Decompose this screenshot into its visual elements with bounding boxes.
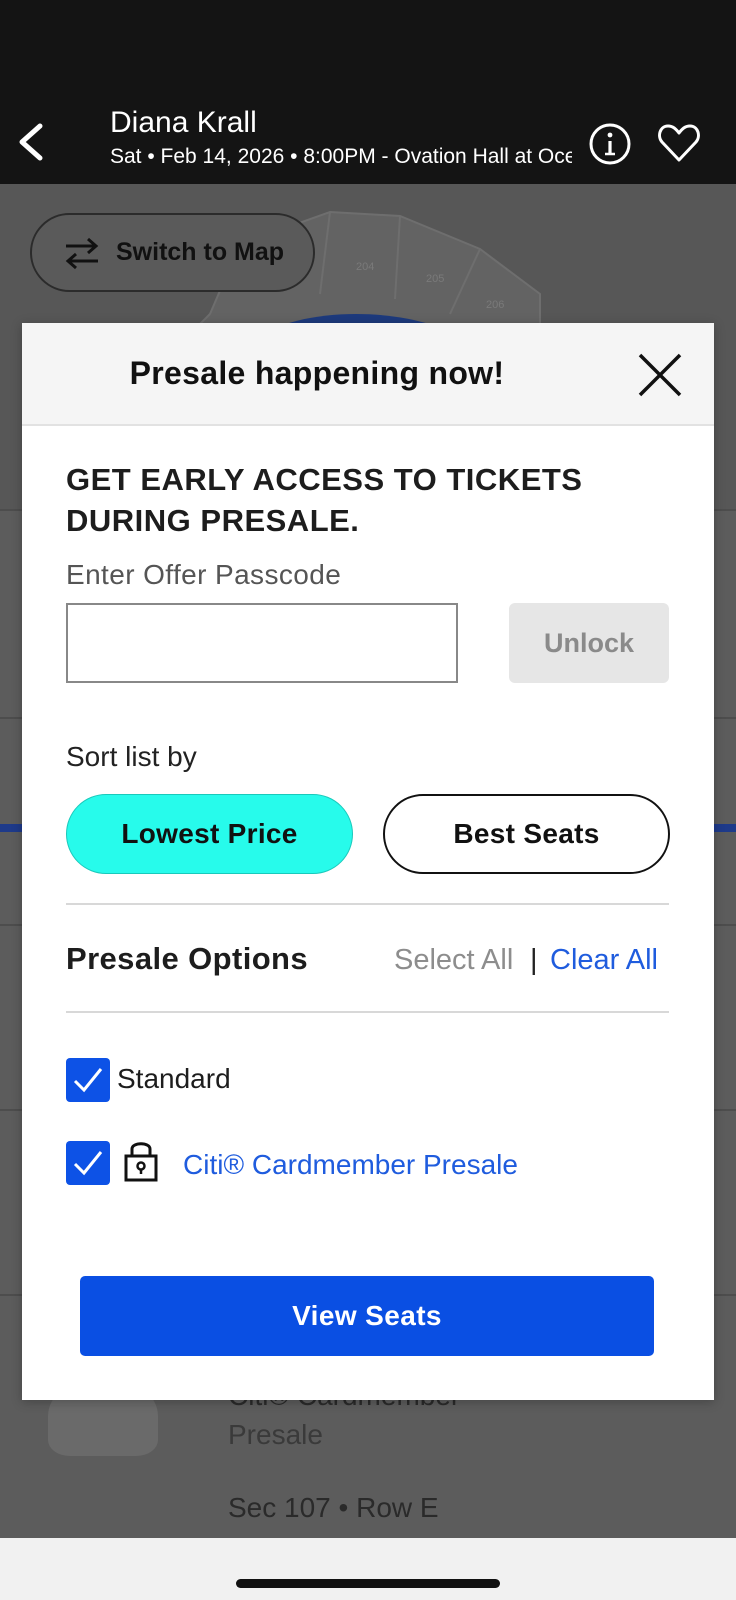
- home-bar-area: [0, 1538, 736, 1600]
- clear-all-link[interactable]: Clear All: [550, 944, 658, 977]
- modal-title: Presale happening now!: [129, 355, 505, 391]
- list-item-next: Sec 107 • Row E: [228, 1492, 439, 1523]
- event-title: Diana Krall: [110, 106, 257, 139]
- close-icon: [638, 353, 682, 397]
- passcode-label: Enter Offer Passcode: [66, 559, 342, 590]
- sort-best-seats-button[interactable]: Best Seats: [383, 794, 670, 874]
- switch-to-map-button[interactable]: Switch to Map: [30, 213, 315, 292]
- modal-header: Presale happening now!: [22, 323, 714, 426]
- checkmark-icon: [73, 1151, 103, 1176]
- link-separator: |: [530, 944, 538, 976]
- presale-modal: Presale happening now! GET EARLY ACCESS …: [22, 323, 714, 1400]
- lock-icon: [124, 1142, 158, 1182]
- event-subtitle: Sat • Feb 14, 2026 • 8:00PM - Ovation Ha…: [110, 145, 572, 168]
- info-icon: [589, 123, 631, 165]
- map-section-label: 205: [426, 273, 444, 285]
- info-button[interactable]: [588, 122, 632, 166]
- heart-icon: [658, 124, 700, 162]
- standard-checkbox[interactable]: [66, 1058, 110, 1102]
- sort-lowest-price-button[interactable]: Lowest Price: [66, 794, 353, 874]
- list-item-line2: Presale: [228, 1419, 323, 1450]
- sort-label: Sort list by: [66, 741, 197, 772]
- switch-to-map-label: Switch to Map: [116, 238, 285, 266]
- divider: [66, 1011, 669, 1013]
- map-section-label: 204: [356, 261, 374, 273]
- standard-option-label: Standard: [117, 1063, 231, 1094]
- screen: Diana Krall Sat • Feb 14, 2026 • 8:00PM …: [0, 0, 736, 1600]
- close-button[interactable]: [636, 351, 684, 399]
- home-indicator[interactable]: [236, 1579, 500, 1588]
- map-section-label: 206: [486, 299, 504, 311]
- checkmark-icon: [73, 1068, 103, 1093]
- unlock-button[interactable]: Unlock: [509, 603, 669, 683]
- event-header: Diana Krall Sat • Feb 14, 2026 • 8:00PM …: [0, 0, 736, 184]
- swap-arrows-icon: [65, 237, 99, 269]
- view-seats-button[interactable]: View Seats: [80, 1276, 654, 1356]
- citi-presale-option-label[interactable]: Citi® Cardmember Presale: [183, 1149, 518, 1181]
- favorite-button[interactable]: [656, 120, 702, 166]
- back-button[interactable]: [10, 118, 50, 166]
- presale-options-title: Presale Options: [66, 941, 309, 976]
- select-all-link[interactable]: Select All: [394, 944, 513, 977]
- citi-presale-checkbox[interactable]: [66, 1141, 110, 1185]
- chevron-left-icon: [19, 123, 43, 161]
- presale-headline: GET EARLY ACCESS TO TICKETS DURING PRESA…: [66, 462, 583, 538]
- divider: [66, 903, 669, 905]
- passcode-input[interactable]: [66, 603, 458, 683]
